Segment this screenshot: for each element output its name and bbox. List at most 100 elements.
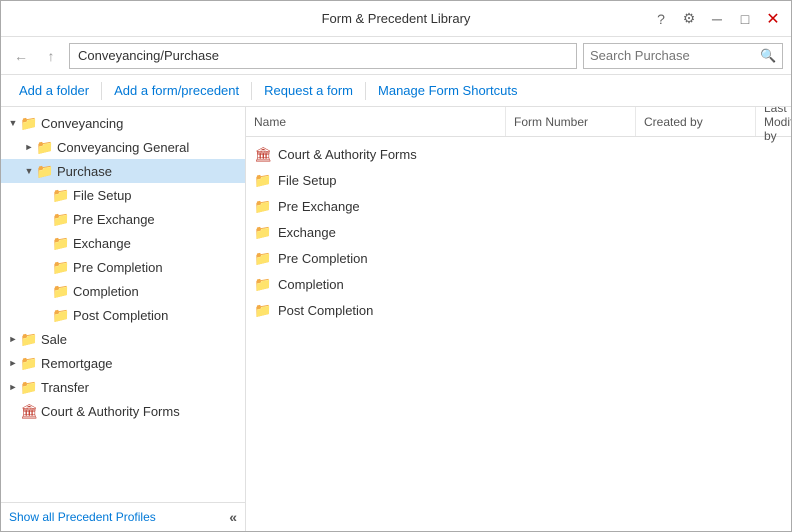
right-panel: Name Form Number Created by Last Modifie…: [246, 107, 791, 531]
bank-icon-court: 🏛: [21, 403, 37, 419]
list-item-pre-exchange[interactable]: 📁 Pre Exchange: [246, 193, 791, 219]
search-input[interactable]: [584, 44, 754, 67]
folder-icon-sale: 📁: [21, 331, 37, 347]
folder-icon-pre-exchange: 📁: [53, 211, 69, 227]
column-header-last-modified[interactable]: Last Modified by: [756, 107, 791, 136]
folder-icon-conveyancing: 📁: [21, 115, 37, 131]
sidebar-item-remortgage[interactable]: ► 📁 Remortgage: [1, 351, 245, 375]
folder-icon-pre-completion: 📁: [53, 259, 69, 275]
window-title: Form & Precedent Library: [267, 11, 525, 26]
main-content: ▼ 📁 Conveyancing ► 📁 Conveyancing Genera…: [1, 107, 791, 531]
list-item-label-post-completion: Post Completion: [278, 303, 373, 318]
sidebar-item-label-pre-exchange: Pre Exchange: [73, 212, 155, 227]
maximize-button[interactable]: □: [735, 9, 755, 29]
manage-shortcuts-button[interactable]: Manage Form Shortcuts: [368, 75, 527, 106]
expand-icon-conveyancing: ▼: [5, 115, 21, 131]
sidebar-item-pre-exchange[interactable]: 📁 Pre Exchange: [1, 207, 245, 231]
list-item-court[interactable]: 🏛 Court & Authority Forms: [246, 141, 791, 167]
folder-icon-purchase: 📁: [37, 163, 53, 179]
list-item-label-court: Court & Authority Forms: [278, 147, 417, 162]
expand-icon-completion: [37, 283, 53, 299]
folder-icon-list-completion: 📁: [254, 275, 272, 293]
list-item-label-file-setup: File Setup: [278, 173, 337, 188]
up-button[interactable]: ↑: [39, 44, 63, 68]
add-form-button[interactable]: Add a form/precedent: [104, 75, 249, 106]
sidebar-item-label-purchase: Purchase: [57, 164, 112, 179]
address-bar: ← ↑ 🔍: [1, 37, 791, 75]
tree-bottom: Show all Precedent Profiles «: [1, 502, 245, 531]
back-button[interactable]: ←: [9, 44, 33, 68]
left-panel: ▼ 📁 Conveyancing ► 📁 Conveyancing Genera…: [1, 107, 246, 531]
toolbar-separator-1: [101, 82, 102, 100]
bank-icon: 🏛: [254, 145, 272, 163]
tree-area: ▼ 📁 Conveyancing ► 📁 Conveyancing Genera…: [1, 107, 245, 502]
address-input[interactable]: [69, 43, 577, 69]
column-header-created-by[interactable]: Created by: [636, 107, 756, 136]
folder-icon-transfer: 📁: [21, 379, 37, 395]
sidebar-item-conveyancing[interactable]: ▼ 📁 Conveyancing: [1, 111, 245, 135]
search-icon: 🔍: [754, 48, 782, 64]
folder-icon-file-setup: 📁: [53, 187, 69, 203]
sidebar-item-transfer[interactable]: ► 📁 Transfer: [1, 375, 245, 399]
show-profiles-link[interactable]: Show all Precedent Profiles: [9, 510, 156, 524]
sidebar-item-label-court: Court & Authority Forms: [41, 404, 180, 419]
folder-icon-post-completion: 📁: [53, 307, 69, 323]
sidebar-item-label-post-completion: Post Completion: [73, 308, 168, 323]
expand-icon-transfer: ►: [5, 379, 21, 395]
sidebar-item-completion[interactable]: 📁 Completion: [1, 279, 245, 303]
sidebar-item-purchase[interactable]: ▼ 📁 Purchase: [1, 159, 245, 183]
sidebar-item-court-authority[interactable]: 🏛 Court & Authority Forms: [1, 399, 245, 423]
list-item-completion[interactable]: 📁 Completion: [246, 271, 791, 297]
expand-icon-post-completion: [37, 307, 53, 323]
sidebar-item-label-exchange: Exchange: [73, 236, 131, 251]
expand-icon-conveyancing-general: ►: [21, 139, 37, 155]
folder-icon-list-post-completion: 📁: [254, 301, 272, 319]
sidebar-item-exchange[interactable]: 📁 Exchange: [1, 231, 245, 255]
close-button[interactable]: ✕: [763, 9, 783, 29]
help-button[interactable]: ?: [651, 9, 671, 29]
expand-icon-remortgage: ►: [5, 355, 21, 371]
sidebar-item-conveyancing-general[interactable]: ► 📁 Conveyancing General: [1, 135, 245, 159]
sidebar-item-label-transfer: Transfer: [41, 380, 89, 395]
list-item-post-completion[interactable]: 📁 Post Completion: [246, 297, 791, 323]
main-window: Form & Precedent Library ? ⚙ ─ □ ✕ ← ↑ 🔍…: [0, 0, 792, 532]
list-item-file-setup[interactable]: 📁 File Setup: [246, 167, 791, 193]
collapse-button[interactable]: «: [229, 509, 237, 525]
folder-icon-list-pre-exchange: 📁: [254, 197, 272, 215]
sidebar-item-label-pre-completion: Pre Completion: [73, 260, 163, 275]
list-header: Name Form Number Created by Last Modifie…: [246, 107, 791, 137]
list-item-label-exchange: Exchange: [278, 225, 336, 240]
minimize-button[interactable]: ─: [707, 9, 727, 29]
settings-button[interactable]: ⚙: [679, 9, 699, 29]
expand-icon-exchange: [37, 235, 53, 251]
folder-icon-remortgage: 📁: [21, 355, 37, 371]
sidebar-item-label-conveyancing-general: Conveyancing General: [57, 140, 189, 155]
list-item-exchange[interactable]: 📁 Exchange: [246, 219, 791, 245]
sidebar-item-label-remortgage: Remortgage: [41, 356, 113, 371]
folder-icon-exchange: 📁: [53, 235, 69, 251]
add-folder-button[interactable]: Add a folder: [9, 75, 99, 106]
list-area: 🏛 Court & Authority Forms 📁 File Setup 📁…: [246, 137, 791, 531]
expand-icon-sale: ►: [5, 331, 21, 347]
list-item-label-pre-completion: Pre Completion: [278, 251, 368, 266]
sidebar-item-pre-completion[interactable]: 📁 Pre Completion: [1, 255, 245, 279]
toolbar-separator-3: [365, 82, 366, 100]
sidebar-item-label-sale: Sale: [41, 332, 67, 347]
expand-icon-pre-completion: [37, 259, 53, 275]
sidebar-item-sale[interactable]: ► 📁 Sale: [1, 327, 245, 351]
list-item-pre-completion[interactable]: 📁 Pre Completion: [246, 245, 791, 271]
column-header-form-number[interactable]: Form Number: [506, 107, 636, 136]
expand-icon-purchase: ▼: [21, 163, 37, 179]
expand-icon-court: [5, 403, 21, 419]
sidebar-item-file-setup[interactable]: 📁 File Setup: [1, 183, 245, 207]
expand-icon-pre-exchange: [37, 211, 53, 227]
title-bar: Form & Precedent Library ? ⚙ ─ □ ✕: [1, 1, 791, 37]
expand-icon-file-setup: [37, 187, 53, 203]
toolbar: Add a folder Add a form/precedent Reques…: [1, 75, 791, 107]
sidebar-item-label-conveyancing: Conveyancing: [41, 116, 123, 131]
column-header-name[interactable]: Name: [246, 107, 506, 136]
folder-icon-conveyancing-general: 📁: [37, 139, 53, 155]
request-form-button[interactable]: Request a form: [254, 75, 363, 106]
sidebar-item-post-completion[interactable]: 📁 Post Completion: [1, 303, 245, 327]
folder-icon-list-file-setup: 📁: [254, 171, 272, 189]
